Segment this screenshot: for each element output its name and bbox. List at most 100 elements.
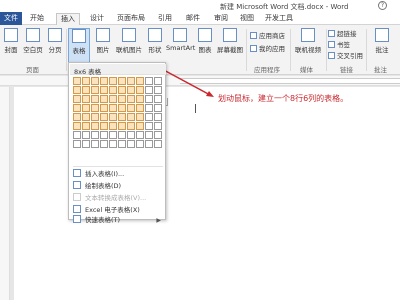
text-to-table-item: 文本转换成表格(V)... [73,193,163,204]
table-grid-cell[interactable] [145,86,153,94]
table-grid-cell[interactable] [136,122,144,130]
table-grid-cell[interactable] [91,131,99,139]
table-grid-cell[interactable] [82,131,90,139]
table-grid-cell[interactable] [145,104,153,112]
table-grid-cell[interactable] [118,104,126,112]
menu-separator [73,166,163,167]
table-grid-cell[interactable] [82,113,90,121]
table-grid-cell[interactable] [91,122,99,130]
table-grid-cell[interactable] [127,122,135,130]
table-grid-cell[interactable] [109,131,117,139]
table-grid-cell[interactable] [73,113,81,121]
table-grid-cell[interactable] [100,131,108,139]
table-grid-cell[interactable] [145,140,153,148]
table-grid-cell[interactable] [91,113,99,121]
table-grid-cell[interactable] [82,95,90,103]
table-grid-cell[interactable] [127,77,135,85]
table-grid-cell[interactable] [73,95,81,103]
draw-table-item[interactable]: 绘制表格(D) [73,181,163,192]
quick-tables-icon [73,215,81,223]
table-grid-cell[interactable] [73,122,81,130]
table-grid-cell[interactable] [127,131,135,139]
table-grid-cell[interactable] [91,95,99,103]
table-grid-cell[interactable] [73,77,81,85]
table-grid-cell[interactable] [154,95,162,103]
table-grid-cell[interactable] [136,140,144,148]
table-grid-cell[interactable] [109,86,117,94]
table-grid-cell[interactable] [136,113,144,121]
table-grid-cell[interactable] [73,104,81,112]
table-grid-cell[interactable] [118,122,126,130]
table-grid-cell[interactable] [145,122,153,130]
table-grid-cell[interactable] [73,140,81,148]
table-grid-cell[interactable] [100,104,108,112]
table-grid-cell[interactable] [109,95,117,103]
annotation-text: 划动鼠标，建立一个8行6列的表格。 [218,94,349,103]
table-grid-cell[interactable] [127,113,135,121]
table-grid-cell[interactable] [109,122,117,130]
table-grid-cell[interactable] [118,86,126,94]
table-grid-cell[interactable] [109,140,117,148]
table-grid-cell[interactable] [100,95,108,103]
table-grid-cell[interactable] [136,95,144,103]
table-grid-cell[interactable] [136,104,144,112]
table-grid-cell[interactable] [91,104,99,112]
table-grid-cell[interactable] [91,140,99,148]
table-grid-cell[interactable] [127,104,135,112]
table-grid-cell[interactable] [127,140,135,148]
table-grid-cell[interactable] [145,131,153,139]
table-size-label: 8x6 表格 [74,68,102,76]
table-grid-cell[interactable] [82,86,90,94]
table-grid-cell[interactable] [154,104,162,112]
table-grid-cell[interactable] [118,140,126,148]
table-grid-cell[interactable] [73,86,81,94]
table-grid-cell[interactable] [118,77,126,85]
table-grid-cell[interactable] [109,113,117,121]
insert-table-label: 插入表格(I)... [85,170,125,178]
table-grid-cell[interactable] [100,86,108,94]
annotation-arrow [159,67,214,97]
pencil-icon [73,181,81,189]
insert-table-icon [73,169,81,177]
table-grid-cell[interactable] [136,77,144,85]
table-grid-cell[interactable] [127,86,135,94]
table-grid-cell[interactable] [82,122,90,130]
table-grid-cell[interactable] [145,95,153,103]
table-grid-cell[interactable] [154,86,162,94]
table-grid-cell[interactable] [91,86,99,94]
table-grid-cell[interactable] [100,140,108,148]
quick-tables-item[interactable]: 快速表格(T) ▶ [73,215,163,226]
table-grid-cell[interactable] [136,131,144,139]
text-to-table-label: 文本转换成表格(V)... [85,194,147,202]
table-grid-cell[interactable] [118,113,126,121]
insert-table-item[interactable]: 插入表格(I)... [73,169,163,180]
submenu-arrow-icon: ▶ [156,217,161,224]
table-grid-cell[interactable] [100,122,108,130]
table-grid-cell[interactable] [154,113,162,121]
table-grid-cell[interactable] [154,122,162,130]
table-grid-cell[interactable] [154,140,162,148]
table-grid-cell[interactable] [100,77,108,85]
draw-table-label: 绘制表格(D) [85,182,122,190]
table-grid-cell[interactable] [145,77,153,85]
table-grid-cell[interactable] [118,131,126,139]
table-grid-cell[interactable] [82,140,90,148]
table-grid-cell[interactable] [109,77,117,85]
table-grid-cell[interactable] [73,131,81,139]
table-grid-cell[interactable] [136,86,144,94]
table-grid-cell[interactable] [154,131,162,139]
table-grid-cell[interactable] [109,104,117,112]
table-grid-cell[interactable] [154,77,162,85]
table-grid-cell[interactable] [82,77,90,85]
table-grid-cell[interactable] [100,113,108,121]
table-grid-cell[interactable] [82,104,90,112]
insert-table-dropdown: 8x6 表格 插入表格(I)... 绘制表格(D) 文本转换成表格(V)... … [68,62,166,224]
table-grid-cell[interactable] [127,95,135,103]
excel-table-label: Excel 电子表格(X) [85,206,140,214]
quick-tables-label: 快速表格(T) [85,216,121,224]
table-grid-cell[interactable] [145,113,153,121]
text-to-table-icon [73,193,81,201]
table-grid-cell[interactable] [118,95,126,103]
excel-icon [73,205,81,213]
table-grid-cell[interactable] [91,77,99,85]
